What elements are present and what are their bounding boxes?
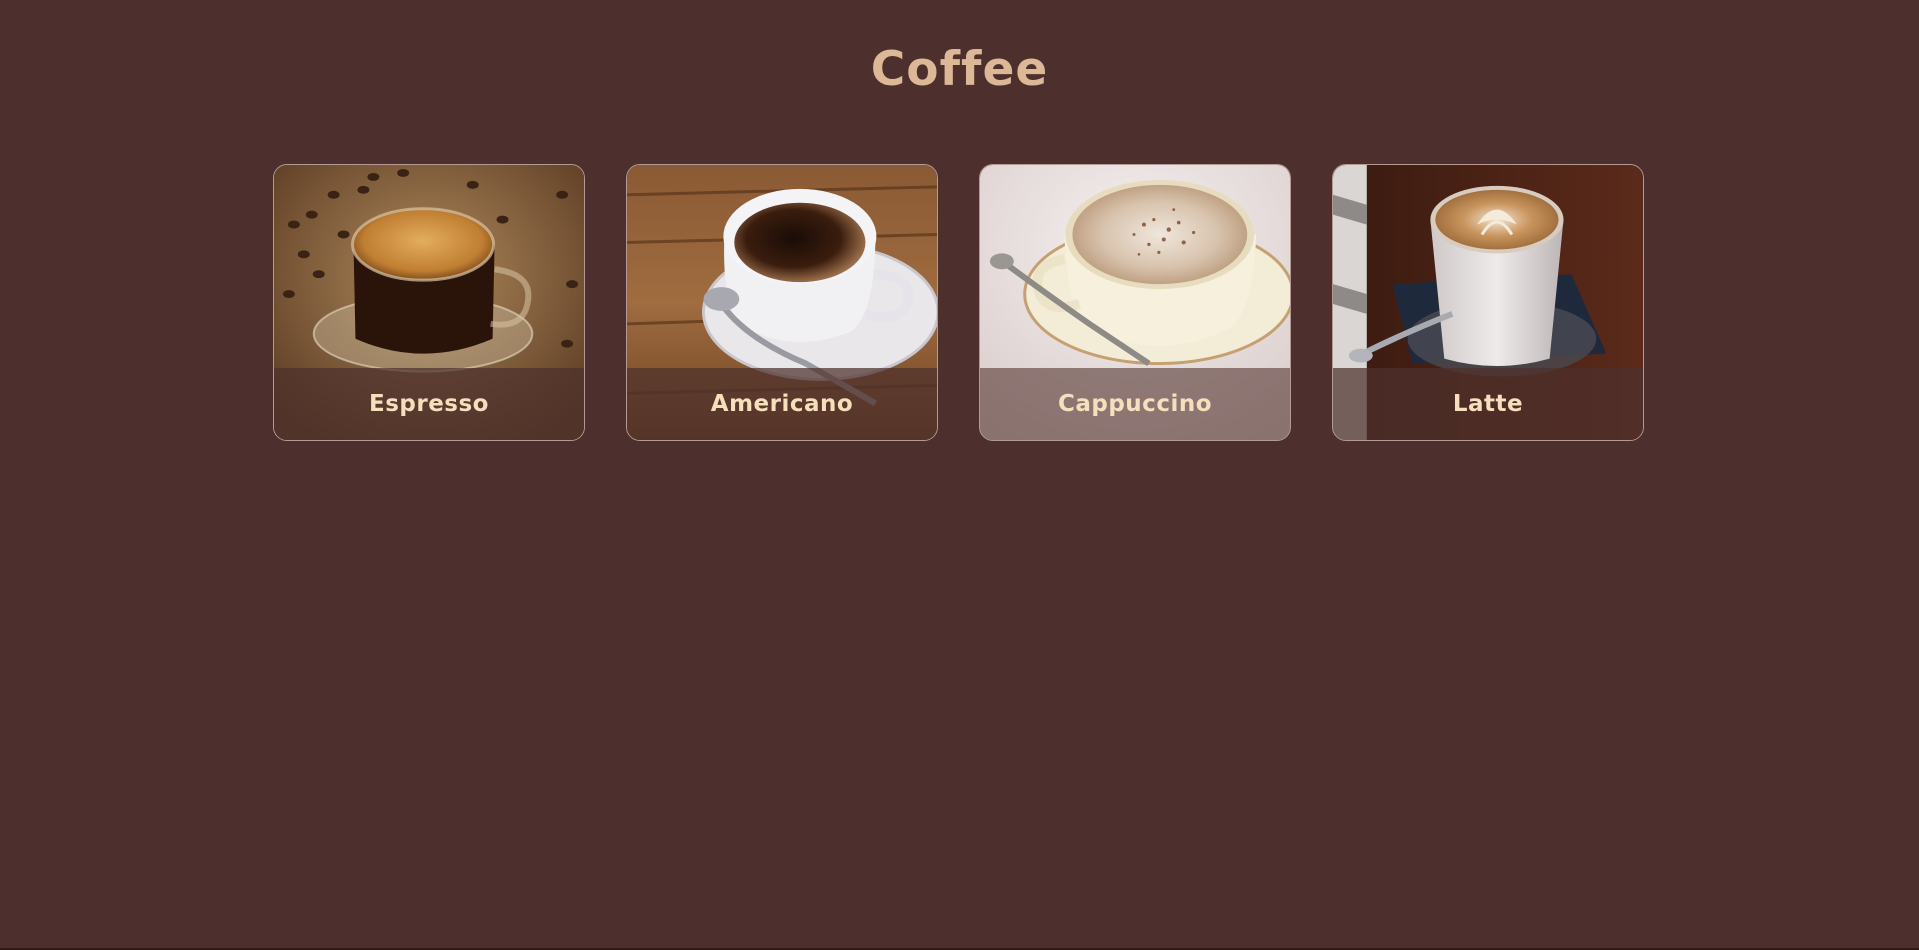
coffee-card-grid: Espresso Americano Cappuccino Latte [273, 164, 1644, 441]
card-americano[interactable]: Americano [626, 164, 938, 441]
card-label: Latte [1333, 368, 1643, 440]
card-latte[interactable]: Latte [1332, 164, 1644, 441]
card-label: Espresso [274, 368, 584, 440]
card-espresso[interactable]: Espresso [273, 164, 585, 441]
card-cappuccino[interactable]: Cappuccino [979, 164, 1291, 441]
coffee-menu-page: Coffee Espresso Americano Cappuccino Lat… [0, 0, 1919, 950]
card-label: Americano [627, 368, 937, 440]
card-label: Cappuccino [980, 368, 1290, 440]
page-title: Coffee [870, 42, 1049, 97]
